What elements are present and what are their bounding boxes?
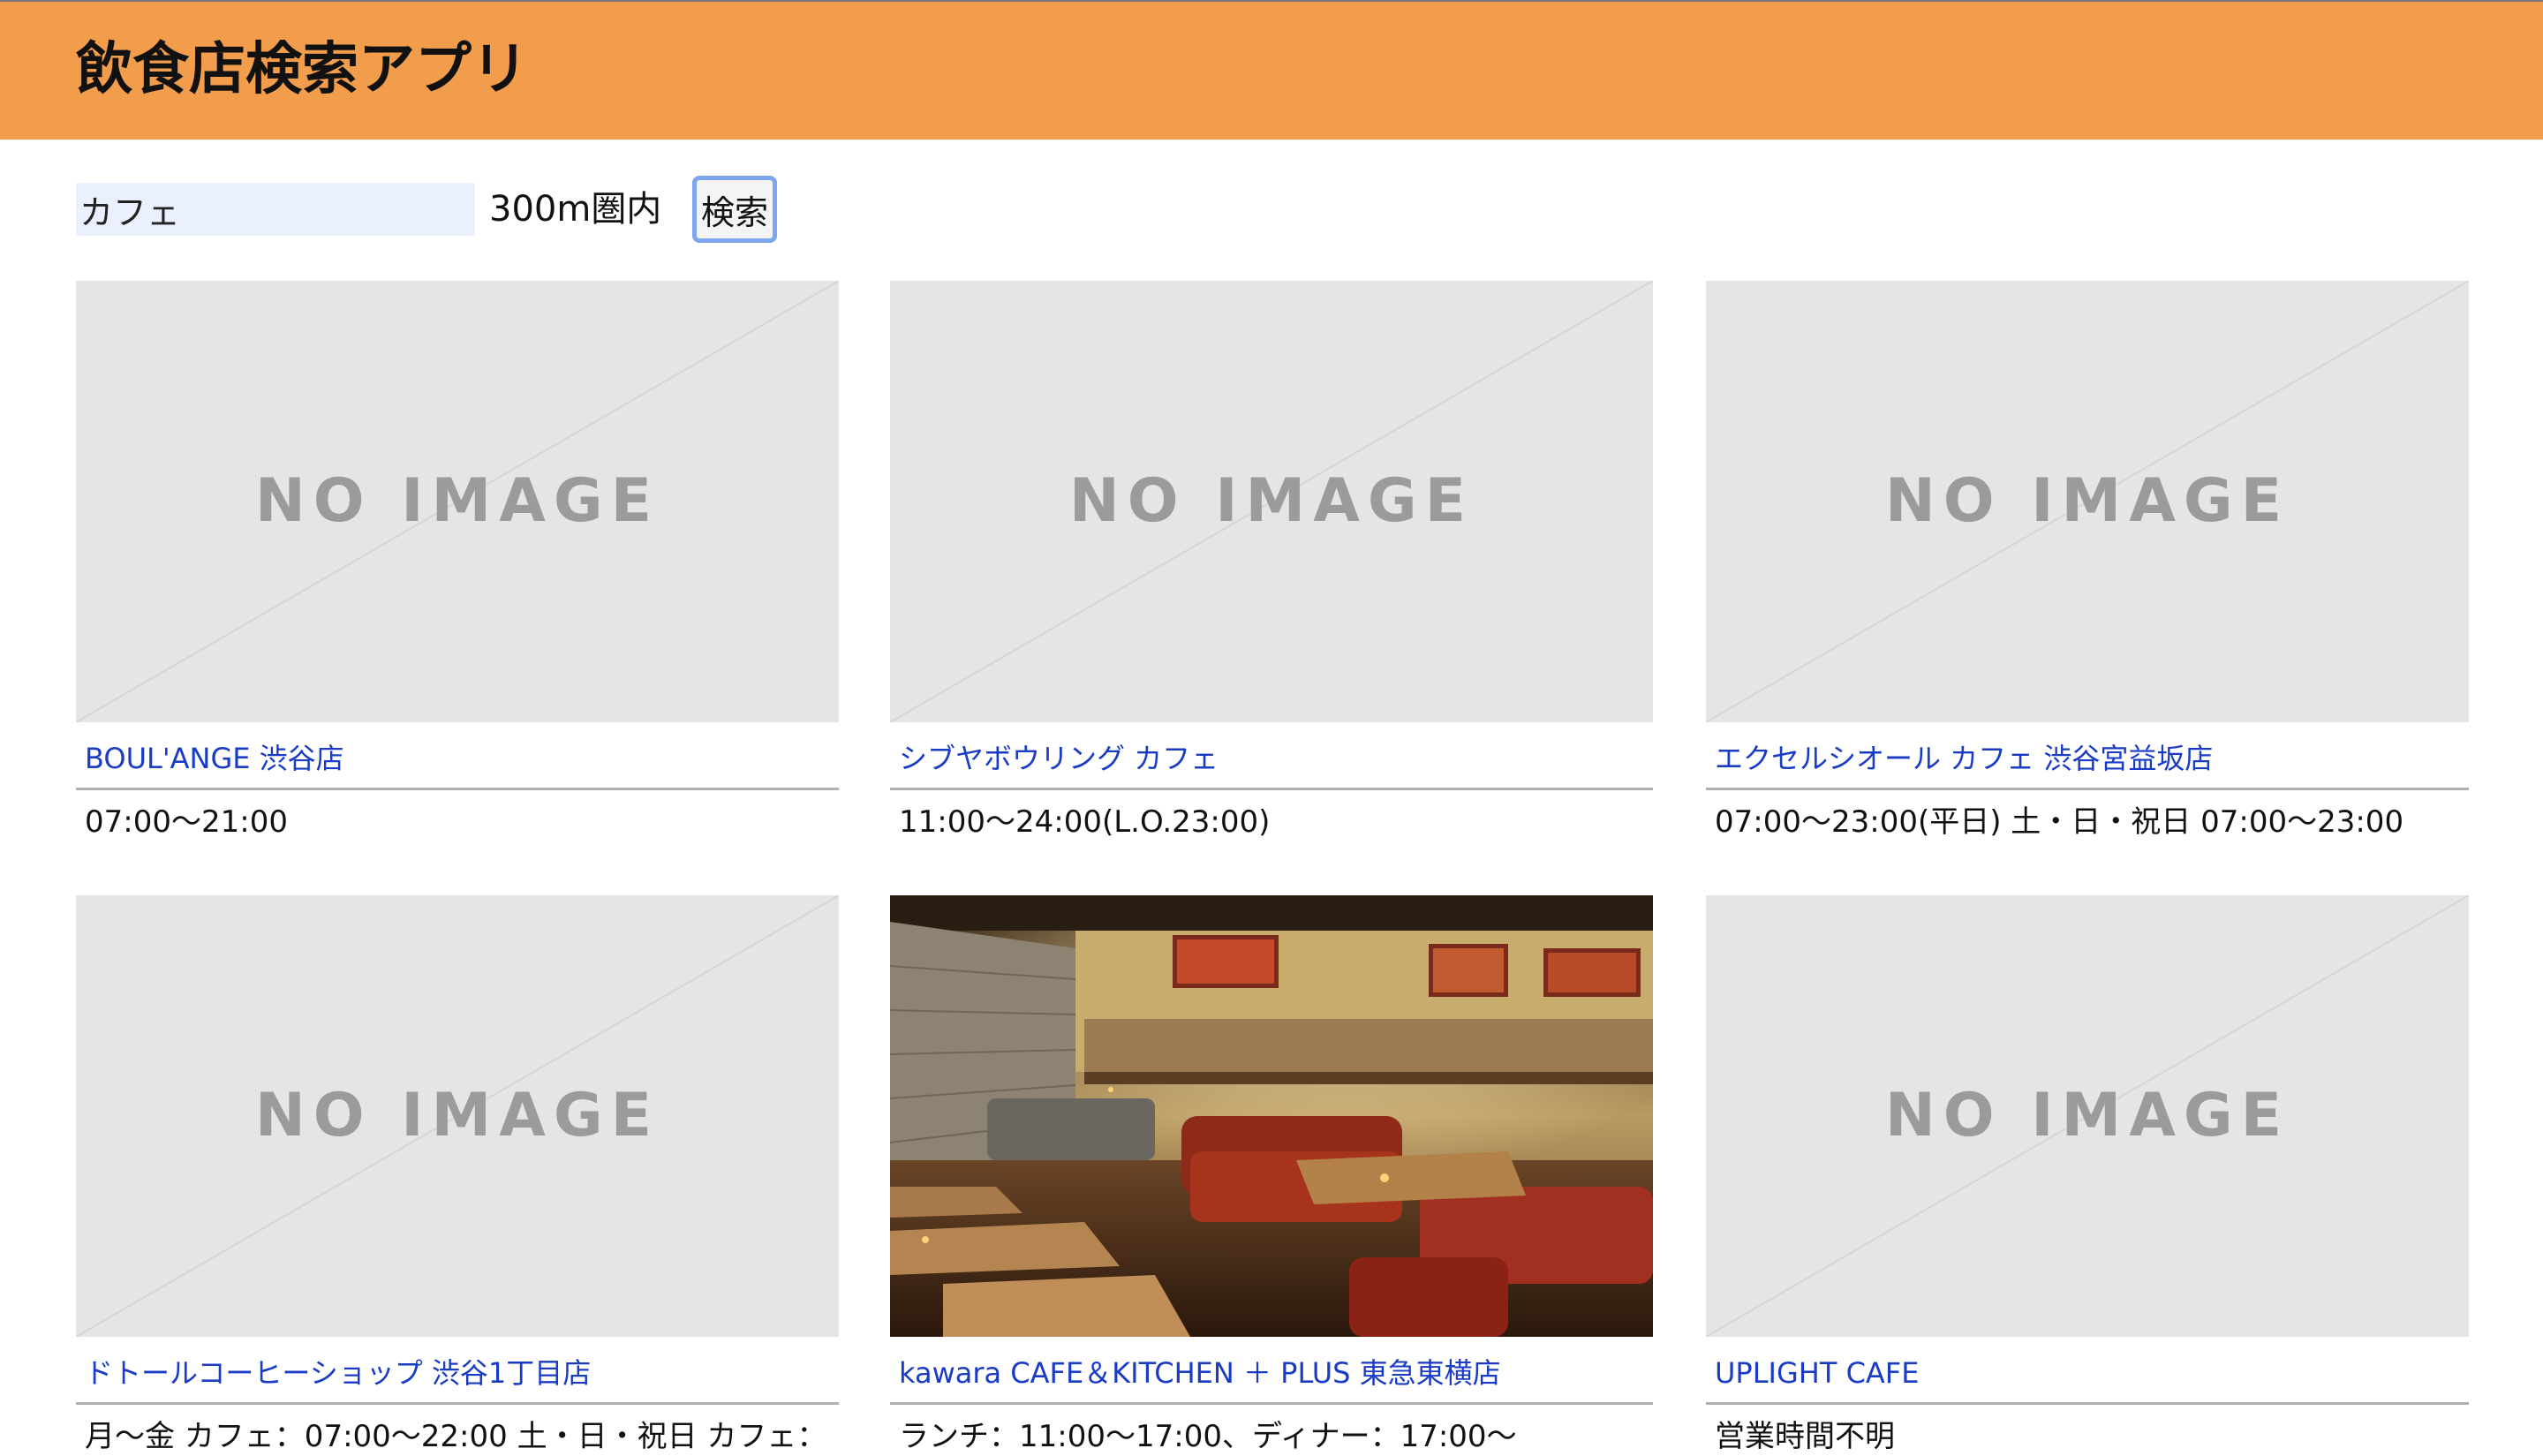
no-image-placeholder: NO IMAGE [76,281,839,722]
shop-name-link[interactable]: UPLIGHT CAFE [1706,1354,2469,1405]
shop-hours: 月〜金 カフェ：07:00〜22:00 土・日・祝日 カフェ： [85,1419,827,1454]
shop-name-link[interactable]: ドトールコーヒーショップ 渋谷1丁目店 [76,1354,839,1405]
shop-card: NO IMAGE エクセルシオール カフェ 渋谷宮益坂店 07:00〜23:00… [1706,281,2469,841]
no-image-placeholder: NO IMAGE [1706,895,2469,1337]
shop-card: NO IMAGE シブヤボウリング カフェ 11:00〜24:00(L.O.23… [890,281,1653,841]
no-image-placeholder: NO IMAGE [1706,281,2469,722]
app-header: 飲食店検索アプリ [0,0,2543,140]
no-image-label: NO IMAGE [254,466,660,536]
app-title: 飲食店検索アプリ [76,37,528,102]
shop-name-link[interactable]: エクセルシオール カフェ 渋谷宮益坂店 [1706,740,2469,790]
no-image-label: NO IMAGE [1884,1081,2290,1150]
shop-hours: 11:00〜24:00(L.O.23:00) [899,804,1271,840]
shop-card: NO IMAGE ドトールコーヒーショップ 渋谷1丁目店 月〜金 カフェ：07:… [76,895,839,1456]
shop-hours: 07:00〜21:00 [85,804,288,840]
shop-card: NO IMAGE UPLIGHT CAFE 営業時間不明 [1706,895,2469,1456]
no-image-label: NO IMAGE [1068,466,1475,536]
keyword-input[interactable] [76,183,475,236]
range-label: 300m圏内 [489,189,662,230]
no-image-label: NO IMAGE [1884,466,2290,536]
search-button[interactable]: 検索 [692,176,777,243]
shop-name-link[interactable]: BOUL'ANGE 渋谷店 [76,740,839,790]
shop-hours: ランチ：11:00〜17:00、ディナー：17:00〜 [899,1419,1517,1454]
shop-hours: 営業時間不明 [1715,1419,1895,1454]
shop-name-link[interactable]: シブヤボウリング カフェ [890,740,1653,790]
no-image-label: NO IMAGE [254,1081,660,1150]
no-image-placeholder: NO IMAGE [890,281,1653,722]
no-image-placeholder: NO IMAGE [76,895,839,1337]
shop-card: NO IMAGE BOUL'ANGE 渋谷店 07:00〜21:00 [76,281,839,841]
cafe-interior-illustration [890,895,1653,1337]
shop-card: kawara CAFE＆KITCHEN ＋ PLUS 東急東横店 ランチ：11:… [890,895,1653,1456]
shop-hours: 07:00〜23:00(平日) 土・日・祝日 07:00〜23:00 [1715,804,2404,840]
cafe-interior-photo[interactable] [890,895,1653,1337]
shop-name-link[interactable]: kawara CAFE＆KITCHEN ＋ PLUS 東急東横店 [890,1354,1653,1405]
